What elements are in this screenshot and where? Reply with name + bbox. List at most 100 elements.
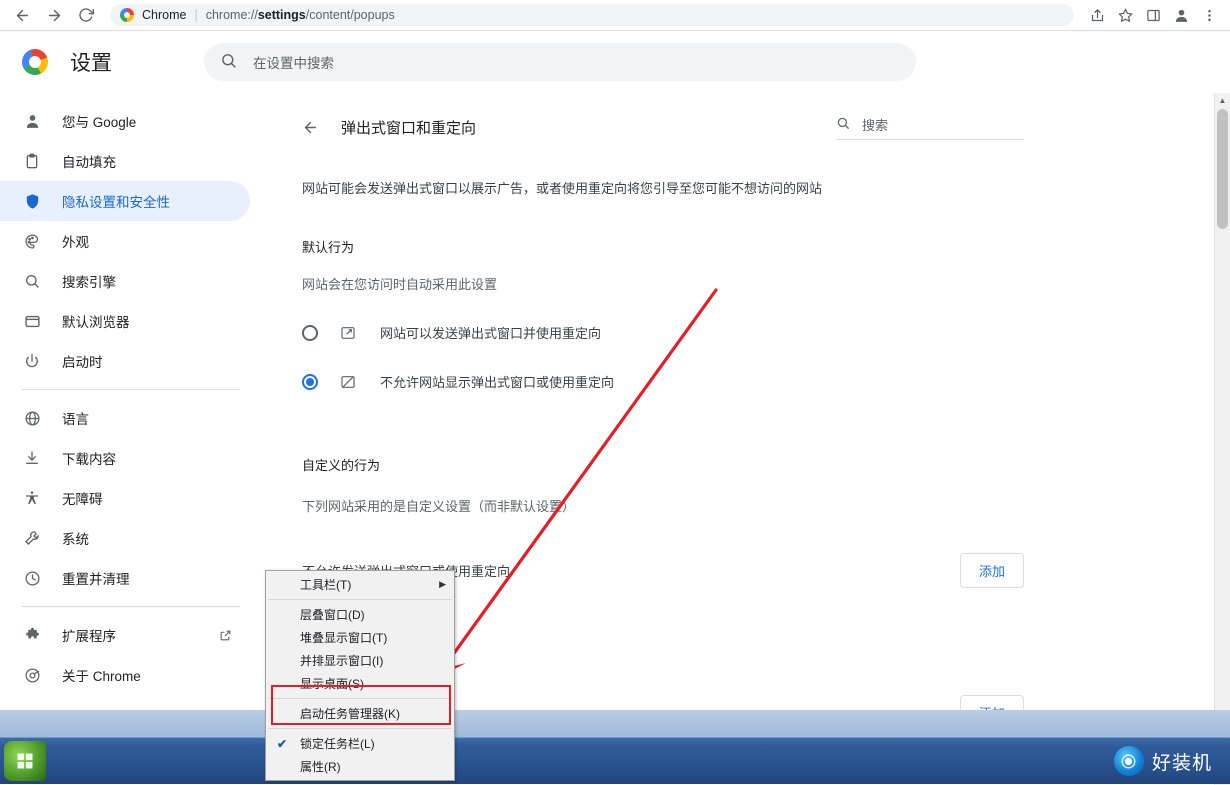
sidebar-item-label: 重置并清理 <box>62 572 130 587</box>
add-blocked-site-button[interactable]: 添加 <box>959 553 1024 588</box>
sidebar-item-downloads[interactable]: 下载内容 <box>0 438 250 478</box>
sidebar-item-autofill[interactable]: 自动填充 <box>0 141 250 181</box>
sidebar-item-you-and-google[interactable]: 您与 Google <box>0 101 250 141</box>
download-icon <box>22 448 42 468</box>
sidebar-item-label: 默认浏览器 <box>62 315 130 330</box>
sidebar-item-privacy-and-security[interactable]: 隐私设置和安全性 <box>0 181 250 221</box>
reload-icon[interactable] <box>72 1 100 29</box>
start-button-icon[interactable] <box>4 741 46 781</box>
back-arrow-icon[interactable] <box>8 1 36 29</box>
popups-page-title: 弹出式窗口和重定向 <box>341 120 477 137</box>
sidebar-item-search-engine[interactable]: 搜索引擎 <box>0 261 250 301</box>
radio-button-allow[interactable] <box>302 324 318 341</box>
custom-behavior-sub: 下列网站采用的是自定义设置（而非默认设置） <box>302 499 576 514</box>
sidebar-item-label: 您与 Google <box>62 115 137 130</box>
sidebar-item-about-chrome[interactable]: 关于 Chrome <box>0 655 250 695</box>
sidebar-item-languages[interactable]: 语言 <box>0 398 250 438</box>
taskbar-context-menu[interactable]: 工具栏(T) ▶ 层叠窗口(D) 堆叠显示窗口(T) 并排显示窗口(I) 显示桌… <box>265 570 455 781</box>
context-menu-item-toolbars[interactable]: 工具栏(T) ▶ <box>266 573 454 596</box>
person-icon <box>22 111 42 131</box>
omnibox-separator: | <box>194 8 198 22</box>
page-title: 设置 <box>70 52 112 75</box>
sidebar-item-reset-and-cleanup[interactable]: 重置并清理 <box>0 558 250 598</box>
sidebar-item-on-startup[interactable]: 启动时 <box>0 341 250 381</box>
sidebar-item-label: 外观 <box>62 235 89 250</box>
page-search-label: 搜索 <box>862 118 889 133</box>
watermark-text: 好装机 <box>1151 752 1212 774</box>
profile-icon[interactable] <box>1168 2 1194 28</box>
sidebar-item-label: 关于 Chrome <box>62 669 141 684</box>
context-menu-item-side-by-side[interactable]: 并排显示窗口(I) <box>266 649 454 672</box>
chrome-circle-icon <box>22 665 42 685</box>
omnibox-site-label: Chrome <box>142 8 187 22</box>
search-icon <box>220 52 237 72</box>
puzzle-icon <box>22 625 42 645</box>
wrench-icon <box>22 528 42 548</box>
watermark-logo-icon <box>1113 746 1144 776</box>
settings-body: 您与 Google 自动填充 隐私设置和安全性 外观 搜索引擎 默认浏览器 启动… <box>0 93 1230 785</box>
palette-icon <box>22 231 42 251</box>
scrollbar-up-arrow[interactable]: ▲ <box>1215 93 1230 108</box>
windows-taskbar[interactable]: 好装机 <box>0 737 1230 784</box>
default-behavior-sub: 网站会在您访问时自动采用此设置 <box>302 277 498 292</box>
page-search-input[interactable]: 搜索 <box>836 115 1024 140</box>
context-menu-label: 堆叠显示窗口(T) <box>300 631 388 645</box>
checkmark-icon: ✔ <box>277 736 288 751</box>
sidebar-item-default-browser[interactable]: 默认浏览器 <box>0 301 250 341</box>
history-icon <box>22 568 42 588</box>
context-menu-label: 属性(R) <box>300 760 341 774</box>
sidebar-item-label: 隐私设置和安全性 <box>62 195 170 210</box>
context-menu-item-show-desktop[interactable]: 显示桌面(S) <box>266 672 454 695</box>
accessibility-icon <box>22 488 42 508</box>
context-menu-item-properties[interactable]: 属性(R) <box>266 755 454 778</box>
popup-block-icon <box>340 374 358 390</box>
sidebar-item-label: 无障碍 <box>62 492 103 507</box>
external-link-icon[interactable] <box>219 629 232 642</box>
context-menu-label: 层叠窗口(D) <box>300 608 365 622</box>
radio-option-block[interactable]: 不允许网站显示弹出式窗口或使用重定向 <box>302 372 1042 391</box>
chrome-logo-icon <box>22 49 48 75</box>
context-menu-item-stacked[interactable]: 堆叠显示窗口(T) <box>266 626 454 649</box>
sidebar-item-label: 扩展程序 <box>62 629 116 644</box>
sidebar: 您与 Google 自动填充 隐私设置和安全性 外观 搜索引擎 默认浏览器 启动… <box>0 93 262 785</box>
scrollbar-thumb[interactable] <box>1217 109 1228 229</box>
search-icon <box>836 116 850 133</box>
bookmark-star-icon[interactable] <box>1112 2 1138 28</box>
address-bar[interactable]: Chrome | chrome://settings/content/popup… <box>110 4 1074 26</box>
radio-button-block[interactable] <box>302 373 318 390</box>
more-menu-icon[interactable] <box>1196 2 1222 28</box>
search-icon <box>22 271 42 291</box>
context-menu-item-cascade[interactable]: 层叠窗口(D) <box>266 603 454 626</box>
popup-allow-icon <box>340 325 358 341</box>
chevron-right-icon: ▶ <box>439 579 446 589</box>
sidebar-item-label: 语言 <box>62 412 89 427</box>
omnibox-url-bold: settings <box>257 8 306 22</box>
page-description: 网站可能会发送弹出式窗口以展示广告，或者使用重定向将您引导至您可能不想访问的网站 <box>302 181 823 196</box>
sidebar-item-accessibility[interactable]: 无障碍 <box>0 478 250 518</box>
omnibox-url: chrome://settings/content/popups <box>206 8 395 22</box>
settings-search-input[interactable]: 在设置中搜索 <box>204 43 916 81</box>
context-menu-label: 启动任务管理器(K) <box>300 707 400 721</box>
context-menu-item-lock-taskbar[interactable]: ✔ 锁定任务栏(L) <box>266 732 454 755</box>
sidebar-item-label: 下载内容 <box>62 452 116 467</box>
browser-window-icon <box>22 311 42 331</box>
sidebar-item-extensions[interactable]: 扩展程序 <box>0 615 250 655</box>
sidebar-item-system[interactable]: 系统 <box>0 518 250 558</box>
radio-option-allow[interactable]: 网站可以发送弹出式窗口并使用重定向 <box>302 323 1042 342</box>
context-menu-label: 显示桌面(S) <box>300 677 364 691</box>
sidebar-item-appearance[interactable]: 外观 <box>0 221 250 261</box>
desktop-background <box>0 710 1230 738</box>
omnibox-url-suffix: /content/popups <box>305 8 395 22</box>
sidebar-item-label: 搜索引擎 <box>62 275 116 290</box>
omnibox-url-prefix: chrome:// <box>205 8 258 22</box>
context-menu-item-task-manager[interactable]: 启动任务管理器(K) <box>266 702 454 725</box>
side-panel-icon[interactable] <box>1140 2 1166 28</box>
power-icon <box>22 351 42 371</box>
default-behavior-label: 默认行为 <box>302 240 355 255</box>
forward-arrow-icon[interactable] <box>40 1 68 29</box>
sidebar-divider <box>22 389 240 390</box>
back-arrow-icon[interactable] <box>302 119 319 136</box>
page-scrollbar[interactable]: ▲ <box>1214 93 1230 785</box>
share-icon[interactable] <box>1084 2 1110 28</box>
page-header: 弹出式窗口和重定向 搜索 <box>302 115 1042 140</box>
